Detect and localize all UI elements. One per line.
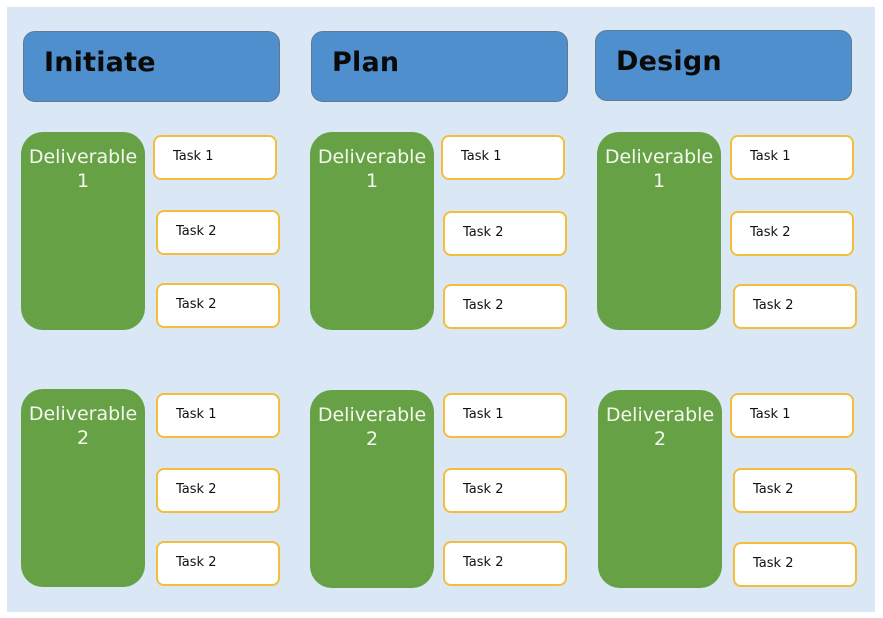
task-box: Task 2 [443,284,567,329]
task-box: Task 2 [443,468,567,513]
task-label: Task 1 [750,149,791,164]
task-label: Task 2 [463,555,504,570]
task-box: Task 1 [443,393,567,438]
task-label: Task 2 [176,297,217,312]
deliverable-label: Deliverable 1 [317,146,427,192]
task-label: Task 2 [463,225,504,240]
deliverable-box: Deliverable 1 [597,132,721,330]
task-label: Task 2 [753,556,794,571]
phase-header-plan: Plan [311,31,568,102]
task-box: Task 2 [443,541,567,586]
task-label: Task 1 [463,407,504,422]
deliverable-label: Deliverable 1 [28,146,138,192]
deliverable-label: Deliverable 2 [605,404,715,450]
task-label: Task 1 [176,407,217,422]
task-label: Task 2 [176,482,217,497]
task-box: Task 1 [730,135,854,180]
deliverable-label: Deliverable 2 [317,404,427,450]
phase-title: Initiate [44,47,156,78]
task-label: Task 2 [753,482,794,497]
task-label: Task 2 [463,482,504,497]
deliverable-box: Deliverable 2 [598,390,722,588]
task-label: Task 2 [463,298,504,313]
task-label: Task 1 [173,149,214,164]
task-box: Task 2 [156,283,280,328]
task-box: Task 1 [730,393,854,438]
deliverable-label: Deliverable 1 [604,146,714,192]
task-label: Task 1 [461,149,502,164]
task-label: Task 2 [176,224,217,239]
phase-title: Design [616,46,722,77]
deliverable-box: Deliverable 1 [21,132,145,330]
task-label: Task 2 [176,555,217,570]
task-box: Task 2 [156,210,280,255]
task-box: Task 2 [730,211,854,256]
task-box: Task 2 [733,468,857,513]
task-box: Task 1 [156,393,280,438]
task-label: Task 2 [753,298,794,313]
task-box: Task 1 [441,135,565,180]
deliverable-box: Deliverable 2 [21,389,145,587]
task-box: Task 2 [443,211,567,256]
phase-header-initiate: Initiate [23,31,280,102]
task-box: Task 2 [156,468,280,513]
task-box: Task 2 [156,541,280,586]
deliverable-label: Deliverable 2 [28,403,138,449]
task-box: Task 2 [733,542,857,587]
task-box: Task 1 [153,135,277,180]
phase-header-design: Design [595,30,852,101]
phase-title: Plan [332,47,400,78]
task-box: Task 2 [733,284,857,329]
deliverable-box: Deliverable 1 [310,132,434,330]
task-label: Task 2 [750,225,791,240]
deliverable-box: Deliverable 2 [310,390,434,588]
task-label: Task 1 [750,407,791,422]
